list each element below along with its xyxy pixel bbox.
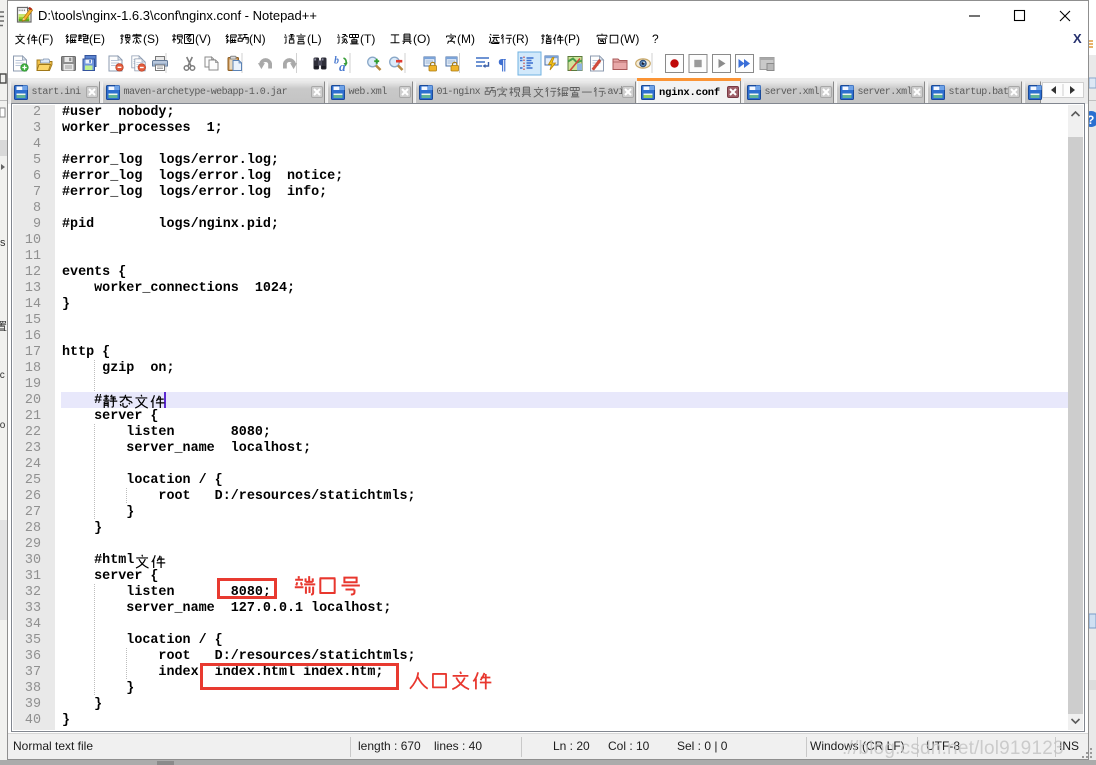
svg-text:置: 置 — [0, 320, 7, 333]
svg-text::o: :o — [0, 420, 6, 431]
svg-text:.c: .c — [0, 370, 5, 381]
svg-text:?: ? — [1089, 113, 1094, 127]
svg-text:¶: ¶ — [498, 57, 507, 74]
svg-text:s: s — [0, 237, 6, 249]
svg-text:a: a — [339, 59, 346, 74]
